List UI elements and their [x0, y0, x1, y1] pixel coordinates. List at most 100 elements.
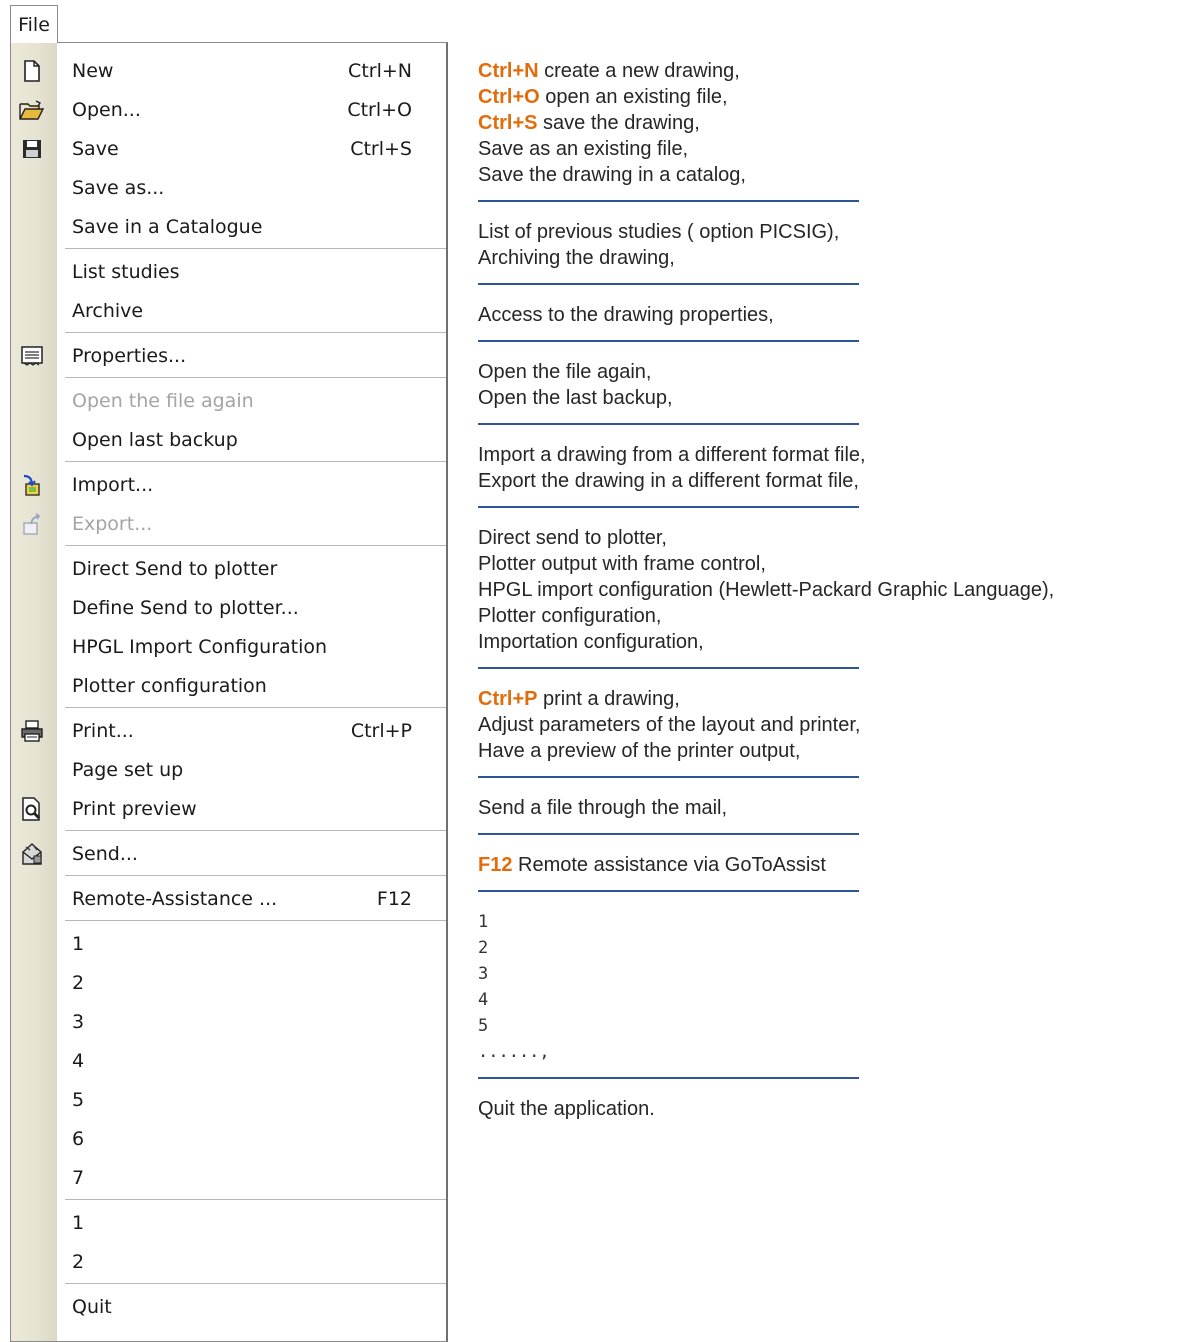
menu-item-import-10[interactable]: Import...: [11, 465, 446, 504]
shortcut-key-highlight: Ctrl+S: [478, 112, 538, 134]
description-group-3: Open the file again, Open the last backup…: [478, 359, 1202, 411]
group-divider-rule: [478, 340, 859, 342]
description-line: Archiving the drawing,: [478, 245, 1202, 271]
menu-item-list-studies-5[interactable]: List studies: [11, 252, 446, 291]
menu-item-3-23[interactable]: 3: [11, 1002, 446, 1041]
description-text: 2: [478, 938, 489, 958]
menu-item-direct-send-to-plotter-12[interactable]: Direct Send to plotter: [11, 549, 446, 588]
menu-item-1-28[interactable]: 1: [11, 1203, 446, 1242]
description-text: 4: [478, 990, 489, 1010]
menu-item-label: Save in a Catalogue: [72, 215, 263, 238]
menu-item-icon-slot: [15, 549, 49, 588]
menu-item-print-16[interactable]: Print... Ctrl+P: [11, 711, 446, 750]
menu-item-define-send-to-plotter-13[interactable]: Define Send to plotter...: [11, 588, 446, 627]
description-text: 1: [478, 912, 489, 932]
menu-item-open-last-backup-9[interactable]: Open last backup: [11, 420, 446, 459]
description-line: HPGL import configuration (Hewlett-Packa…: [478, 577, 1202, 603]
description-group-9: 1 2 3 4 5......,: [478, 909, 1202, 1065]
menu-item-hpgl-import-configuration-14[interactable]: HPGL Import Configuration: [11, 627, 446, 666]
menu-item-icon-slot: [15, 1287, 49, 1326]
description-text: Remote assistance via GoToAssist: [512, 854, 826, 876]
menu-item-save-in-a-catalogue-4[interactable]: Save in a Catalogue: [11, 207, 446, 246]
description-group-8: F12 Remote assistance via GoToAssist: [478, 852, 1202, 878]
description-group-1: List of previous studies ( option PICSIG…: [478, 219, 1202, 271]
menu-item-shortcut: Ctrl+S: [350, 137, 412, 160]
menu-item-open-1[interactable]: Open... Ctrl+O: [11, 90, 446, 129]
file-menu-tab[interactable]: File: [10, 5, 58, 43]
menu-item-label: 4: [72, 1049, 85, 1072]
menu-item-icon-slot: [15, 291, 49, 330]
description-line: Ctrl+N create a new drawing,: [478, 58, 1202, 84]
description-group-10: Quit the application.: [478, 1096, 1202, 1122]
menu-item-save-2[interactable]: Save Ctrl+S: [11, 129, 446, 168]
print-preview-icon: [15, 789, 49, 828]
menu-item-label: Open last backup: [72, 428, 238, 451]
shortcut-key-highlight: Ctrl+N: [478, 60, 539, 82]
menu-item-1-21[interactable]: 1: [11, 924, 446, 963]
menu-item-2-29[interactable]: 2: [11, 1242, 446, 1281]
description-line: 3: [478, 961, 1202, 987]
menu-item-label: Remote-Assistance ...: [72, 887, 278, 910]
menu-item-icon-slot: [15, 1203, 49, 1242]
shortcut-key-highlight: F12: [478, 854, 513, 876]
description-line: Direct send to plotter,: [478, 525, 1202, 551]
menu-item-label: Page set up: [72, 758, 184, 781]
description-line: 1: [478, 909, 1202, 935]
menu-item-plotter-configuration-15[interactable]: Plotter configuration: [11, 666, 446, 705]
properties-icon: [15, 336, 49, 375]
menu-item-shortcut: F12: [376, 887, 412, 910]
menu-descriptions-panel: Ctrl+N create a new drawing, Ctrl+O open …: [478, 58, 1202, 1122]
menu-item-icon-slot: [15, 588, 49, 627]
menu-item-label: Open...: [72, 98, 141, 121]
description-text: Importation configuration,: [478, 631, 704, 653]
description-group-7: Send a file through the mail,: [478, 795, 1202, 821]
description-group-6: Ctrl+P print a drawing, Adjust parameters…: [478, 686, 1202, 764]
send-mail-icon: [15, 834, 49, 873]
description-text: Adjust parameters of the layout and prin…: [478, 714, 861, 736]
menu-item-label: 1: [72, 1211, 85, 1234]
menu-item-print-preview-18[interactable]: Print preview: [11, 789, 446, 828]
menu-item-label: 1: [72, 932, 85, 955]
menu-item-export-11: Export...: [11, 504, 446, 543]
description-line: Open the file again,: [478, 359, 1202, 385]
menu-item-remote-assistance-20[interactable]: Remote-Assistance ... F12: [11, 879, 446, 918]
menu-item-2-22[interactable]: 2: [11, 963, 446, 1002]
menu-item-5-25[interactable]: 5: [11, 1080, 446, 1119]
description-text: Send a file through the mail,: [478, 797, 728, 819]
menu-item-properties-7[interactable]: Properties...: [11, 336, 446, 375]
description-line: Export the drawing in a different format…: [478, 468, 1202, 494]
menu-item-icon-slot: [15, 381, 49, 420]
menu-item-label: Properties...: [72, 344, 187, 367]
menu-item-save-as-3[interactable]: Save as...: [11, 168, 446, 207]
menu-item-new-0[interactable]: New Ctrl+N: [11, 51, 446, 90]
import-icon: [15, 465, 49, 504]
description-text: save the drawing,: [537, 112, 700, 134]
description-group-2: Access to the drawing properties,: [478, 302, 1202, 328]
description-line: List of previous studies ( option PICSIG…: [478, 219, 1202, 245]
description-text: Direct send to plotter,: [478, 527, 667, 549]
menu-item-label: Import...: [72, 473, 154, 496]
menu-item-icon-slot: [15, 627, 49, 666]
description-line: Open the last backup,: [478, 385, 1202, 411]
menu-item-6-26[interactable]: 6: [11, 1119, 446, 1158]
menu-item-icon-slot: [15, 1119, 49, 1158]
file-dropdown-menu: New Ctrl+N Open... Ctrl+O Save Ctrl+S Save as.…: [10, 42, 448, 1342]
menu-item-icon-slot: [15, 252, 49, 291]
description-line: F12 Remote assistance via GoToAssist: [478, 852, 1202, 878]
group-divider-rule: [478, 283, 859, 285]
menu-item-label: 2: [72, 971, 85, 994]
description-text: Quit the application.: [478, 1098, 655, 1120]
menu-item-label: Save: [72, 137, 119, 160]
menu-item-label: List studies: [72, 260, 180, 283]
menu-item-label: 3: [72, 1010, 85, 1033]
menu-item-send-19[interactable]: Send...: [11, 834, 446, 873]
menu-item-icon-slot: [15, 1041, 49, 1080]
menu-item-7-27[interactable]: 7: [11, 1158, 446, 1197]
menu-item-4-24[interactable]: 4: [11, 1041, 446, 1080]
menu-item-archive-6[interactable]: Archive: [11, 291, 446, 330]
menu-item-label: 2: [72, 1250, 85, 1273]
menu-item-quit-30[interactable]: Quit: [11, 1287, 446, 1326]
menu-item-page-set-up-17[interactable]: Page set up: [11, 750, 446, 789]
group-divider-rule: [478, 776, 859, 778]
group-divider-rule: [478, 833, 859, 835]
